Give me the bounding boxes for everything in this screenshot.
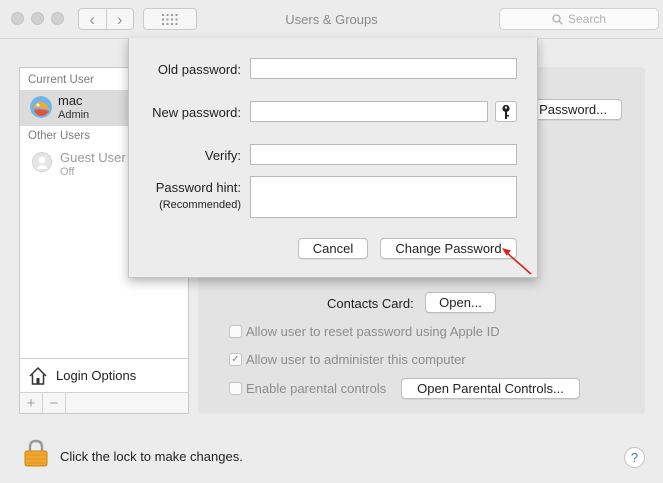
login-options-item[interactable]: Login Options — [20, 358, 188, 392]
search-field[interactable]: Search — [499, 8, 659, 30]
password-hint-input[interactable] — [251, 177, 516, 217]
house-icon — [29, 366, 47, 385]
administer-label: Allow user to administer this computer — [246, 352, 466, 367]
open-parental-controls-button[interactable]: Open Parental Controls... — [401, 378, 580, 399]
new-password-field[interactable] — [250, 101, 488, 122]
login-options-label: Login Options — [56, 368, 137, 383]
lock-message: Click the lock to make changes. — [60, 449, 243, 464]
old-password-label: Old password: — [157, 62, 241, 77]
administer-checkbox[interactable]: ✓ — [229, 353, 242, 366]
cancel-button[interactable]: Cancel — [298, 238, 368, 259]
change-password-button[interactable]: Password... — [526, 99, 622, 120]
search-placeholder: Search — [567, 12, 607, 26]
other-users-header: Other Users — [28, 130, 90, 142]
reset-apple-id-label: Allow user to reset password using Apple… — [246, 324, 500, 339]
lock-icon[interactable] — [24, 439, 48, 467]
title-bar: ‹ › Users & Groups Search — [0, 0, 663, 38]
help-button[interactable]: ? — [624, 447, 645, 468]
change-password-sheet: Old password: New password: Verify: Pass… — [128, 38, 538, 278]
key-icon — [502, 104, 510, 119]
user-avatar-icon — [30, 96, 52, 118]
new-password-label: New password: — [152, 105, 241, 120]
password-assistant-button[interactable] — [495, 101, 517, 122]
user-name: mac — [58, 93, 83, 108]
search-icon — [552, 13, 563, 25]
old-password-field[interactable] — [250, 58, 517, 79]
remove-user-button[interactable]: − — [43, 393, 66, 413]
user-role: Admin — [58, 109, 90, 121]
verify-label: Verify: — [204, 148, 241, 163]
user-role: Off — [60, 166, 75, 178]
current-user-header: Current User — [28, 74, 94, 86]
parental-controls-checkbox[interactable] — [229, 382, 242, 395]
reset-apple-id-checkbox[interactable] — [229, 325, 242, 338]
user-name: Guest User — [60, 150, 126, 165]
verify-input[interactable] — [251, 145, 516, 164]
password-hint-sublabel: (Recommended) — [159, 199, 241, 211]
verify-field[interactable] — [250, 144, 517, 165]
password-hint-field[interactable] — [250, 176, 517, 218]
old-password-input[interactable] — [251, 59, 516, 78]
contacts-card-label: Contacts Card: — [327, 296, 414, 311]
add-user-button[interactable]: + — [20, 393, 43, 413]
new-password-input[interactable] — [251, 102, 487, 121]
parental-controls-label: Enable parental controls — [246, 381, 387, 396]
password-hint-label: Password hint: — [155, 180, 241, 195]
open-contacts-button[interactable]: Open... — [425, 292, 496, 313]
guest-avatar-icon — [32, 152, 52, 172]
sidebar-footer: + − — [20, 392, 188, 413]
confirm-change-password-button[interactable]: Change Password — [380, 238, 517, 259]
